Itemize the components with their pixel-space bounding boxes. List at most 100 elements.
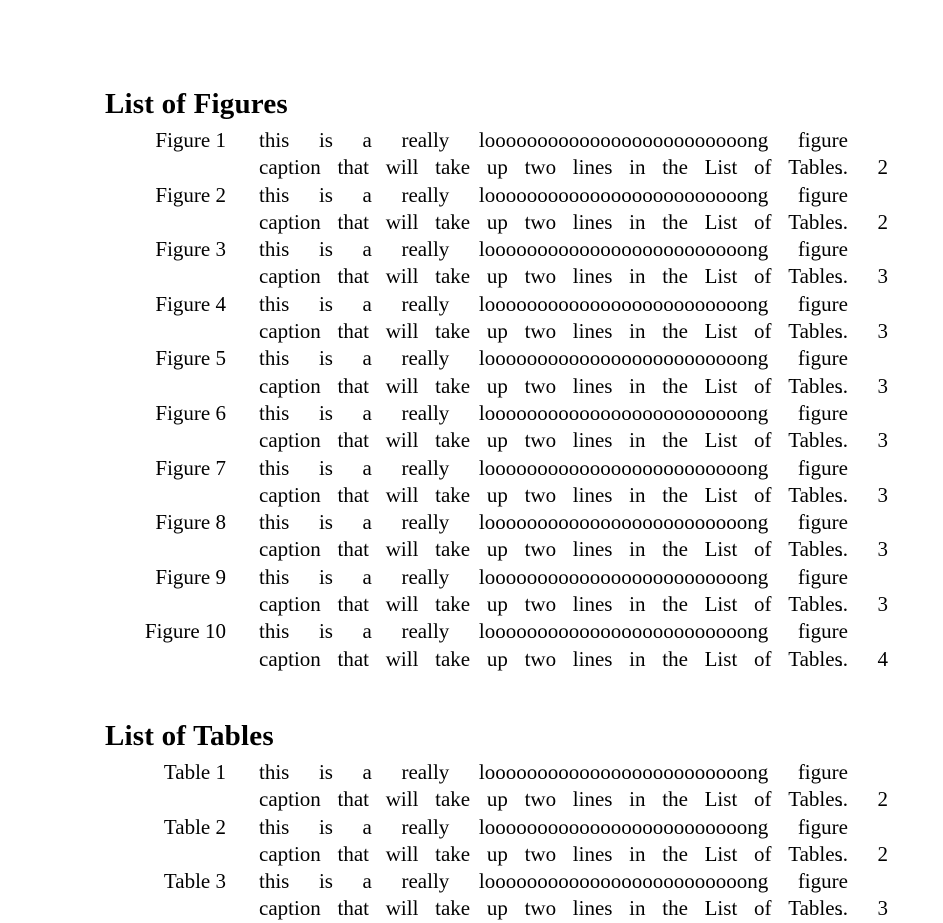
leader-dots: .: [838, 264, 844, 289]
caption-word: List: [704, 537, 738, 562]
entry-caption-line-1: this is a really looooooooooooooooooooooooon…: [259, 182, 848, 209]
caption-word: take: [435, 592, 471, 617]
entry-caption-line-2: caption that will take up two lines in the List of…: [259, 786, 848, 813]
caption-word: in: [629, 896, 646, 921]
caption-word: is: [318, 619, 333, 644]
caption-word: caption: [259, 537, 321, 562]
caption-word: lines: [572, 787, 613, 812]
entry-caption: this is a really looooooooooooooooooooooooon…: [259, 868, 848, 923]
list-item[interactable]: Figure 3 this is a really loooooooooooooooooo…: [0, 236, 943, 291]
entry-caption-line-2: caption that will take up two lines in the List of…: [259, 154, 848, 181]
page-title-list-of-figures: List of Figures: [105, 88, 288, 121]
caption-word: take: [435, 319, 471, 344]
caption-word: figure: [797, 400, 848, 425]
caption-word: a: [362, 291, 372, 316]
caption-word: lines: [572, 646, 613, 671]
caption-word: is: [318, 128, 333, 152]
caption-word: of: [754, 428, 772, 453]
caption-word: that: [337, 841, 370, 866]
entry-label: Figure 3: [155, 237, 226, 262]
caption-word: a: [362, 869, 372, 894]
entry-label: Figure 1: [155, 128, 226, 152]
caption-long-word: looooooooooooooooooooooooong: [478, 182, 769, 207]
entry-caption: this is a really looooooooooooooooooooooooon…: [259, 455, 848, 510]
entry-label: Figure 7: [155, 455, 226, 480]
list-item[interactable]: Table 1 this is a really looooooooooooooooooo…: [0, 759, 943, 814]
caption-long-word: looooooooooooooooooooooooong: [478, 564, 769, 589]
list-item[interactable]: Figure 5 this is a really loooooooooooooooooo…: [0, 345, 943, 400]
caption-word: a: [362, 564, 372, 589]
caption-word: the: [662, 209, 688, 234]
caption-word: the: [662, 592, 688, 617]
list-item[interactable]: Figure 9 this is a really loooooooooooooooooo…: [0, 564, 943, 619]
caption-word: take: [435, 646, 471, 671]
list-item[interactable]: Figure 8 this is a really loooooooooooooooooo…: [0, 509, 943, 564]
list-item[interactable]: Figure 6 this is a really loooooooooooooooooo…: [0, 400, 943, 455]
list-item[interactable]: Figure 1 this is a really loooooooooooooooooo…: [0, 127, 943, 182]
caption-word: the: [662, 428, 688, 453]
caption-word: is: [318, 814, 333, 839]
caption-word: a: [362, 760, 372, 784]
caption-long-word: looooooooooooooooooooooooong: [478, 237, 769, 262]
caption-word: a: [362, 237, 372, 262]
caption-word: that: [337, 319, 370, 344]
list-item[interactable]: Table 3 this is a really looooooooooooooooooo…: [0, 868, 943, 923]
caption-word: lines: [572, 264, 613, 289]
caption-word: will: [385, 537, 419, 562]
entry-caption-line-2: caption that will take up two lines in the List of…: [259, 895, 848, 922]
list-item[interactable]: Figure 4 this is a really loooooooooooooooooo…: [0, 291, 943, 346]
list-item[interactable]: Figure 7 this is a really loooooooooooooooooo…: [0, 455, 943, 510]
caption-word: List: [704, 319, 738, 344]
caption-word: of: [754, 646, 772, 671]
caption-word: the: [662, 319, 688, 344]
caption-word: take: [435, 482, 471, 507]
caption-long-word: looooooooooooooooooooooooong: [478, 346, 769, 371]
caption-long-word: looooooooooooooooooooooooong: [478, 455, 769, 480]
entry-page-number: 3: [877, 482, 889, 507]
entry-label: Table 3: [163, 869, 226, 894]
caption-word: this: [259, 760, 290, 784]
caption-word: really: [401, 346, 450, 371]
caption-word: that: [337, 209, 370, 234]
caption-word: the: [662, 373, 688, 398]
entry-caption-line-1: this is a really looooooooooooooooooooooooon…: [259, 291, 848, 318]
list-item[interactable]: Figure 10 this is a really looooooooooooooooo…: [0, 618, 943, 673]
caption-word: this: [259, 510, 290, 535]
caption-word: two: [524, 373, 557, 398]
caption-word: the: [662, 841, 688, 866]
entry-label: Figure 6: [155, 400, 226, 425]
entry-caption-line-1: this is a really looooooooooooooooooooooooon…: [259, 400, 848, 427]
caption-word: this: [259, 182, 290, 207]
list-item[interactable]: Table 2 this is a really looooooooooooooooooo…: [0, 814, 943, 869]
caption-word: that: [337, 373, 370, 398]
caption-word: caption: [259, 373, 321, 398]
caption-word: caption: [259, 592, 321, 617]
document-page: List of Figures Figure 1 this is a really loo…: [0, 0, 943, 923]
caption-word: the: [662, 155, 688, 180]
caption-word: two: [524, 155, 557, 180]
caption-word: in: [629, 592, 646, 617]
caption-word: is: [318, 291, 333, 316]
caption-word: figure: [797, 128, 848, 152]
caption-word: really: [401, 182, 450, 207]
entry-page-number: 3: [877, 319, 889, 344]
entry-page-number: 2: [877, 209, 889, 234]
caption-word: this: [259, 128, 290, 152]
caption-word: two: [524, 646, 557, 671]
caption-word: will: [385, 787, 419, 812]
entry-caption-line-2: caption that will take up two lines in the List of…: [259, 209, 848, 236]
caption-word: that: [337, 646, 370, 671]
caption-word: will: [385, 155, 419, 180]
caption-word: that: [337, 592, 370, 617]
caption-word: this: [259, 237, 290, 262]
caption-word: two: [524, 592, 557, 617]
caption-word: of: [754, 319, 772, 344]
caption-word: a: [362, 400, 372, 425]
entry-caption-line-1: this is a really looooooooooooooooooooooooon…: [259, 509, 848, 536]
caption-word: lines: [572, 319, 613, 344]
caption-word: will: [385, 896, 419, 921]
caption-word: List: [704, 373, 738, 398]
caption-word: in: [629, 319, 646, 344]
list-item[interactable]: Figure 2 this is a really loooooooooooooooooo…: [0, 182, 943, 237]
caption-long-word: looooooooooooooooooooooooong: [478, 619, 769, 644]
